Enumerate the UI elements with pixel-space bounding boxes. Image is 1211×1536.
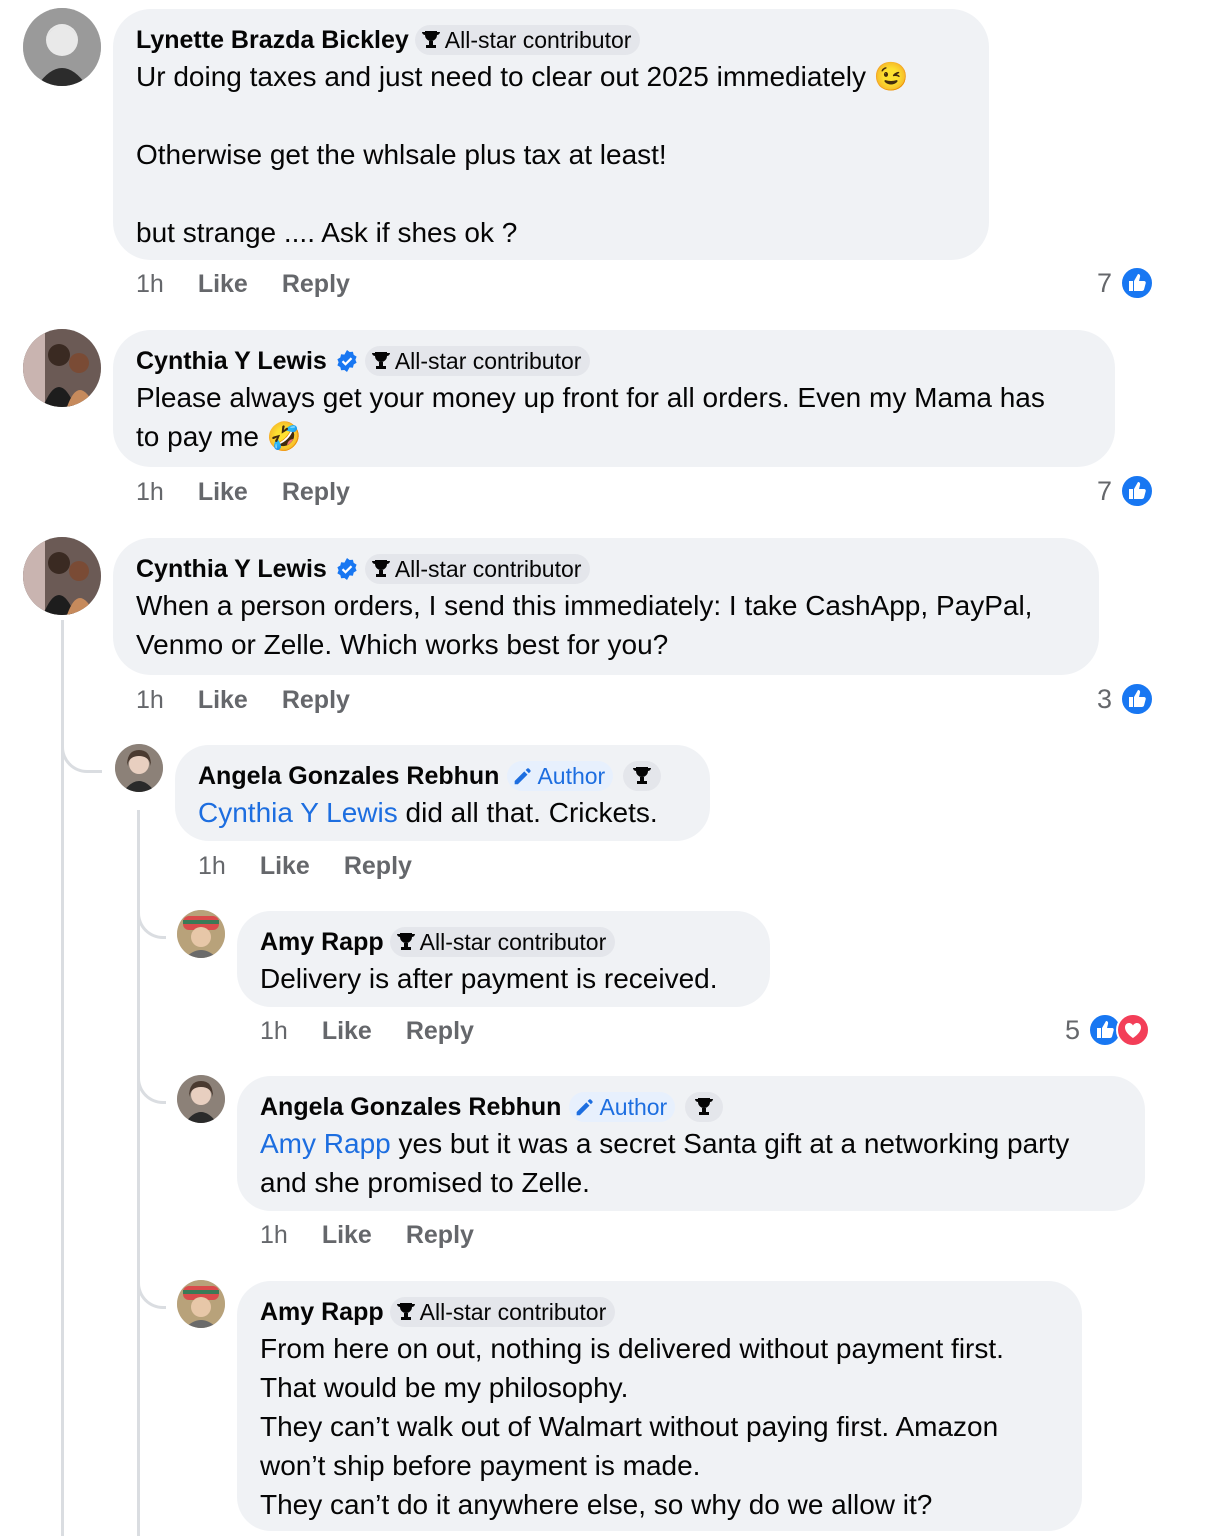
- reply-bubble: Amy Rapp All-star contributor Delivery i…: [237, 911, 770, 1007]
- badge-label: All-star contributor: [394, 348, 582, 374]
- trophy-icon: [421, 31, 440, 48]
- commenter-name[interactable]: Angela Gonzales Rebhun: [198, 759, 499, 793]
- avatar[interactable]: [177, 1280, 225, 1328]
- comment-bubble: Cynthia Y Lewis All-star contributor Whe…: [113, 538, 1099, 675]
- comment-text: Amy Rapp yes but it was a secret Santa g…: [260, 1124, 1121, 1202]
- like-button[interactable]: Like: [260, 852, 310, 881]
- comment-body: did all that. Crickets.: [397, 797, 658, 828]
- reply-bubble: Angela Gonzales Rebhun Author Cynthia Y …: [175, 745, 710, 841]
- like-button[interactable]: Like: [198, 478, 248, 507]
- mention-link[interactable]: Amy Rapp: [260, 1128, 391, 1159]
- all-star-badge: All-star contributor: [389, 1297, 616, 1327]
- commenter-name[interactable]: Cynthia Y Lewis: [136, 344, 327, 378]
- comment-bubble: Cynthia Y Lewis All-star contributor Ple…: [113, 330, 1115, 467]
- comment-text: Ur doing taxes and just need to clear ou…: [136, 61, 909, 248]
- thread-curve: [61, 700, 102, 773]
- like-icon: [1120, 266, 1155, 300]
- reaction-count: 5: [1065, 1014, 1081, 1045]
- reply-button[interactable]: Reply: [344, 852, 412, 881]
- trophy-icon: [633, 767, 652, 784]
- thread-curve: [137, 1045, 166, 1104]
- author-badge: Author: [569, 1092, 676, 1122]
- like-button[interactable]: Like: [322, 1017, 372, 1046]
- trophy-icon: [371, 560, 390, 577]
- comment-text: Cynthia Y Lewis did all that. Crickets.: [198, 793, 686, 832]
- comment-time[interactable]: 1h: [136, 686, 164, 715]
- comment-text: From here on out, nothing is delivered w…: [260, 1333, 1004, 1520]
- pencil-icon: [515, 768, 532, 785]
- comment-actions: 1h Like Reply: [136, 686, 350, 715]
- avatar[interactable]: [23, 537, 101, 615]
- comment-bubble: Lynette Brazda Bickley All-star contribu…: [113, 9, 989, 260]
- avatar[interactable]: [23, 329, 101, 407]
- badge-label: All-star contributor: [419, 1299, 607, 1325]
- commenter-name[interactable]: Cynthia Y Lewis: [136, 552, 327, 586]
- verified-badge-icon: [337, 350, 357, 372]
- love-icon: [1116, 1013, 1151, 1047]
- reply-button[interactable]: Reply: [282, 478, 350, 507]
- comment-actions: 1h Like Reply: [198, 852, 412, 881]
- reaction-count: 7: [1097, 267, 1113, 298]
- all-star-badge: All-star contributor: [364, 554, 591, 584]
- reply-button[interactable]: Reply: [406, 1017, 474, 1046]
- reply-bubble: Angela Gonzales Rebhun Author Amy Rapp y…: [237, 1076, 1145, 1211]
- thread-curve: [137, 880, 166, 939]
- commenter-name[interactable]: Angela Gonzales Rebhun: [260, 1090, 561, 1124]
- reply-button[interactable]: Reply: [282, 686, 350, 715]
- like-icon: [1120, 682, 1155, 716]
- badge-label: All-star contributor: [419, 929, 607, 955]
- comment-time[interactable]: 1h: [260, 1221, 288, 1250]
- like-button[interactable]: Like: [198, 270, 248, 299]
- all-star-badge: All-star contributor: [389, 927, 616, 957]
- like-icon: [1120, 474, 1155, 508]
- commenter-name[interactable]: Amy Rapp: [260, 925, 384, 959]
- pencil-icon: [577, 1099, 594, 1116]
- all-star-badge: All-star contributor: [364, 346, 591, 376]
- reply-button[interactable]: Reply: [282, 270, 350, 299]
- reply-bubble: Amy Rapp All-star contributor From here …: [237, 1281, 1082, 1531]
- comment-text: When a person orders, I send this immedi…: [136, 590, 1033, 660]
- reaction-summary[interactable]: 7: [1097, 474, 1155, 508]
- avatar[interactable]: [23, 8, 101, 86]
- author-label: Author: [537, 763, 606, 789]
- comment-actions: 1h Like Reply: [260, 1017, 474, 1046]
- comment-time[interactable]: 1h: [136, 478, 164, 507]
- reaction-summary[interactable]: 5: [1065, 1013, 1151, 1047]
- like-button[interactable]: Like: [322, 1221, 372, 1250]
- trophy-icon: [396, 1303, 415, 1320]
- comment-time[interactable]: 1h: [260, 1017, 288, 1046]
- reaction-summary[interactable]: 7: [1097, 266, 1155, 300]
- trophy-badge: [685, 1092, 724, 1122]
- reaction-count: 3: [1097, 683, 1113, 714]
- author-badge: Author: [507, 761, 614, 791]
- comment-time[interactable]: 1h: [198, 852, 226, 881]
- badge-label: All-star contributor: [444, 27, 632, 53]
- commenter-name[interactable]: Amy Rapp: [260, 1295, 384, 1329]
- reply-button[interactable]: Reply: [406, 1221, 474, 1250]
- trophy-icon: [396, 933, 415, 950]
- avatar[interactable]: [115, 744, 163, 792]
- all-star-badge: All-star contributor: [414, 25, 641, 55]
- trophy-icon: [371, 352, 390, 369]
- comment-actions: 1h Like Reply: [136, 478, 350, 507]
- trophy-icon: [695, 1098, 714, 1115]
- comment-actions: 1h Like Reply: [260, 1221, 474, 1250]
- comment-text: Delivery is after payment is received.: [260, 963, 718, 994]
- trophy-badge: [623, 761, 662, 791]
- comment-actions: 1h Like Reply: [136, 270, 350, 299]
- badge-label: All-star contributor: [394, 556, 582, 582]
- avatar[interactable]: [177, 1075, 225, 1123]
- comment-text: Please always get your money up front fo…: [136, 382, 1045, 452]
- thread-curve: [137, 1250, 166, 1309]
- avatar[interactable]: [177, 910, 225, 958]
- verified-badge-icon: [337, 558, 357, 580]
- commenter-name[interactable]: Lynette Brazda Bickley: [136, 23, 409, 57]
- reaction-summary[interactable]: 3: [1097, 682, 1155, 716]
- mention-link[interactable]: Cynthia Y Lewis: [198, 797, 398, 828]
- comment-time[interactable]: 1h: [136, 270, 164, 299]
- like-button[interactable]: Like: [198, 686, 248, 715]
- author-label: Author: [599, 1094, 668, 1120]
- reaction-count: 7: [1097, 475, 1113, 506]
